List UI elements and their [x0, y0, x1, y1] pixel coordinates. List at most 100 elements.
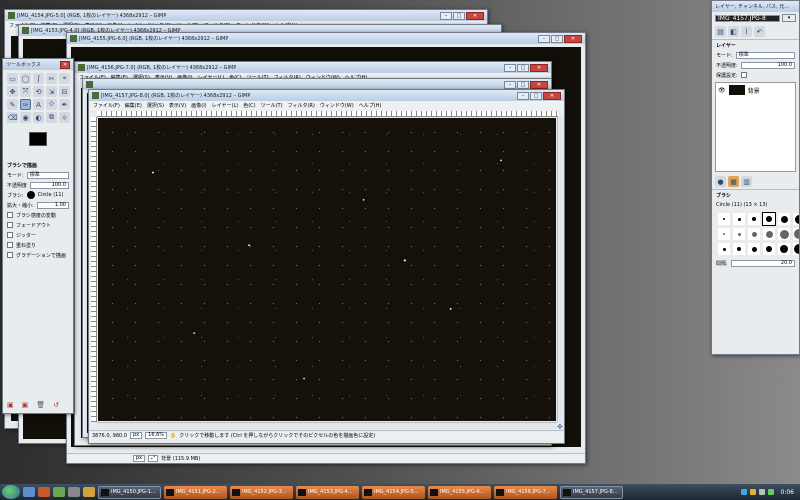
- horizontal-ruler[interactable]: [97, 111, 558, 117]
- tray-icon[interactable]: [749, 489, 756, 495]
- close-icon[interactable]: ✕: [564, 34, 582, 43]
- menu-image[interactable]: 画像(I): [191, 102, 206, 109]
- quicklaunch-icon[interactable]: [68, 487, 80, 497]
- checkbox[interactable]: [7, 252, 13, 258]
- menu-layer[interactable]: レイヤー(L): [212, 102, 239, 109]
- layer-row[interactable]: 👁 背景: [716, 83, 795, 97]
- layer-mode-select[interactable]: 標準: [735, 51, 795, 59]
- task-button[interactable]: IMG_4152.JPG-3...: [230, 485, 293, 499]
- brush-item[interactable]: [718, 228, 730, 240]
- maximize-icon[interactable]: □: [517, 63, 529, 72]
- quicklaunch-icon[interactable]: [38, 487, 50, 497]
- minimize-icon[interactable]: –: [504, 80, 516, 89]
- image-window-4157[interactable]: [IMG_4157.JPG-8.0] (RGB, 1枚のレイヤー) 4368x2…: [88, 89, 565, 444]
- image-select[interactable]: IMG_4157.JPG-8: [715, 14, 780, 22]
- toolbox-titlebar[interactable]: ツールボックス ✕: [3, 59, 73, 70]
- close-icon[interactable]: ✕: [530, 63, 548, 72]
- checkbox[interactable]: [7, 232, 13, 238]
- brush-item[interactable]: [793, 213, 799, 225]
- ink-icon[interactable]: ✒: [59, 99, 70, 110]
- brush-item[interactable]: [733, 243, 745, 255]
- zoom-select[interactable]: ⤢: [148, 455, 159, 462]
- option-incremental[interactable]: 重ね塗り: [3, 240, 73, 250]
- start-button[interactable]: [2, 485, 20, 499]
- clock[interactable]: 0:06: [781, 489, 794, 496]
- brush-item[interactable]: [748, 228, 760, 240]
- menu-view[interactable]: 表示(V): [169, 102, 186, 109]
- tray-icon[interactable]: [740, 489, 747, 495]
- unit-select[interactable]: px: [130, 432, 143, 439]
- free-select-icon[interactable]: ʃ: [33, 73, 44, 84]
- brushes-tab-icon[interactable]: ●: [715, 176, 726, 187]
- menu-help[interactable]: ヘルプ(H): [359, 102, 382, 109]
- quicklaunch-icon[interactable]: [53, 487, 65, 497]
- close-icon[interactable]: ✕: [60, 60, 70, 69]
- brush-item[interactable]: [793, 243, 799, 255]
- brush-item[interactable]: [733, 213, 745, 225]
- brush-item[interactable]: [763, 228, 775, 240]
- pencil-icon[interactable]: ✎: [7, 99, 18, 110]
- scissors-icon[interactable]: ✂: [46, 73, 57, 84]
- rect-select-icon[interactable]: ▭: [7, 73, 18, 84]
- brush-item[interactable]: [793, 228, 799, 240]
- vertical-ruler[interactable]: [91, 117, 97, 422]
- maximize-icon[interactable]: □: [551, 34, 563, 43]
- path-icon[interactable]: ⟐: [46, 99, 57, 110]
- minimize-icon[interactable]: –: [440, 11, 452, 20]
- checkbox[interactable]: [7, 242, 13, 248]
- network-icon[interactable]: [767, 489, 774, 495]
- paintbrush-icon[interactable]: ✑: [20, 99, 31, 110]
- maximize-icon[interactable]: □: [453, 11, 465, 20]
- volume-icon[interactable]: [758, 489, 765, 495]
- brush-item[interactable]: [778, 213, 790, 225]
- brush-item[interactable]: [763, 243, 775, 255]
- task-button[interactable]: IMG_4150.JPG-1...: [98, 485, 161, 499]
- eye-icon[interactable]: 👁: [718, 87, 726, 94]
- restore-options-icon[interactable]: ▣: [22, 401, 29, 409]
- task-button[interactable]: IMG_4157.JPG-8...: [560, 485, 623, 499]
- patterns-tab-icon[interactable]: ▦: [728, 176, 739, 187]
- brush-item[interactable]: [718, 243, 730, 255]
- layer-list[interactable]: 👁 背景: [715, 82, 796, 172]
- brush-item[interactable]: [778, 243, 790, 255]
- layers-dock[interactable]: レイヤー, チャンネル, パス, 元... IMG_4157.JPG-8 ▾ ▤…: [711, 0, 800, 355]
- maximize-icon[interactable]: □: [517, 80, 529, 89]
- menu-file[interactable]: ファイル(F): [93, 102, 120, 109]
- quicklaunch-icon[interactable]: [83, 487, 95, 497]
- menu-tools[interactable]: ツール(T): [261, 102, 283, 109]
- starfield-image-canvas[interactable]: [98, 118, 556, 421]
- color-picker-icon[interactable]: ◉: [20, 112, 31, 123]
- menu-color[interactable]: 色(C): [243, 102, 255, 109]
- reset-options-icon[interactable]: ↺: [53, 401, 59, 409]
- task-button[interactable]: IMG_4151.JPG-2...: [164, 485, 227, 499]
- close-icon[interactable]: ✕: [466, 11, 484, 20]
- undo-tab-icon[interactable]: ↶: [754, 26, 765, 37]
- channels-tab-icon[interactable]: ◧: [728, 26, 739, 37]
- foreground-color[interactable]: [29, 132, 47, 146]
- option-fade[interactable]: フェードアウト: [3, 220, 73, 230]
- clone-icon[interactable]: ⧉: [46, 112, 57, 123]
- option-jitter[interactable]: ジッター: [3, 230, 73, 240]
- brush-item[interactable]: [762, 212, 776, 226]
- menu-select[interactable]: 選択(S): [147, 102, 164, 109]
- save-options-icon[interactable]: ▣: [7, 401, 14, 409]
- vertical-scrollbar[interactable]: [557, 117, 564, 422]
- window-titlebar[interactable]: [IMG_4156.JPG-7.0] (RGB, 1枚のレイヤー) 4368x2…: [75, 62, 551, 73]
- menu-edit[interactable]: 編集(E): [125, 102, 142, 109]
- navigate-icon[interactable]: ✥: [557, 423, 563, 431]
- move-icon[interactable]: ✥: [7, 86, 18, 97]
- paths-tab-icon[interactable]: ⌇: [741, 26, 752, 37]
- menu-filters[interactable]: フィルタ(R): [288, 102, 315, 109]
- minimize-icon[interactable]: –: [504, 63, 516, 72]
- ellipse-select-icon[interactable]: ◯: [20, 73, 31, 84]
- close-icon[interactable]: ✕: [530, 80, 548, 89]
- dodge-icon[interactable]: ◐: [33, 112, 44, 123]
- lock-alpha-checkbox[interactable]: [740, 72, 747, 78]
- checkbox[interactable]: [7, 212, 13, 218]
- layers-tab-icon[interactable]: ▤: [715, 26, 726, 37]
- opacity-slider[interactable]: 100.0: [30, 181, 69, 189]
- window-titlebar[interactable]: [IMG_4154.JPG-5.0] (RGB, 1枚のレイヤー) 4368x2…: [5, 10, 487, 21]
- task-button[interactable]: IMG_4153.JPG-4...: [296, 485, 359, 499]
- toolbox-window[interactable]: ツールボックス ✕ ▭ ◯ ʃ ✂ ⌖ ✥ ⤧ ⟲ ⇲ ⊟ ✎ ✑ A ⟐ ✒ …: [2, 58, 74, 414]
- color-swatches[interactable]: [7, 128, 69, 158]
